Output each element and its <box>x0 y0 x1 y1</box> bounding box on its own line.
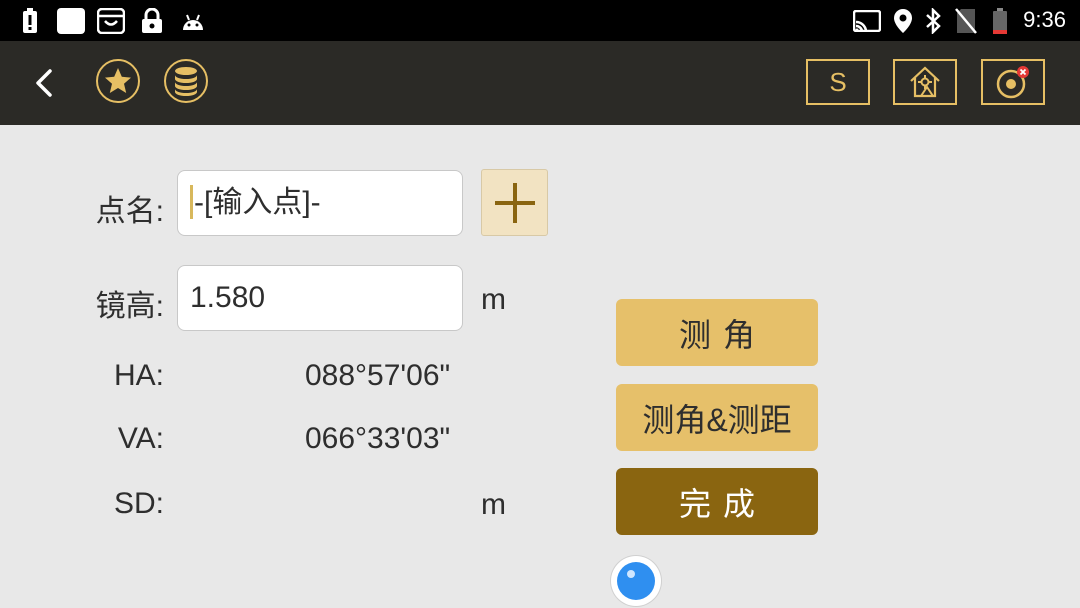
ha-label: HA: <box>113 359 164 392</box>
plus-icon <box>494 182 535 223</box>
android-icon <box>180 8 206 34</box>
text-cursor <box>190 185 193 220</box>
status-time: 9:36 <box>1023 7 1066 32</box>
alert-icon <box>20 8 40 34</box>
measure-angle-distance-label: 测角&测距 <box>642 401 792 438</box>
cast-icon <box>852 8 882 34</box>
va-value: 066°33'03" <box>305 422 451 455</box>
bluetooth-icon <box>922 8 944 34</box>
prism-height-input[interactable]: 1.580 <box>177 265 463 331</box>
prism-height-unit: m <box>481 283 506 316</box>
measure-angle-distance-button[interactable]: 测角&测距 <box>616 384 818 451</box>
station-button[interactable] <box>893 59 957 105</box>
add-point-button[interactable] <box>481 169 548 236</box>
s-button-label: S <box>829 66 847 97</box>
favorite-button[interactable] <box>96 59 140 103</box>
point-name-input[interactable]: -[输入点]- <box>177 170 463 236</box>
database-button[interactable] <box>164 59 208 103</box>
point-name-value: -[输入点]- <box>194 186 321 219</box>
database-icon <box>175 67 197 96</box>
floating-action-icon <box>617 562 655 600</box>
ha-value: 088°57'06" <box>305 359 451 392</box>
back-arrow-icon[interactable] <box>26 61 66 105</box>
point-name-label: 点名: <box>95 195 164 228</box>
app-bar: S <box>0 41 1080 125</box>
station-house-icon <box>910 66 940 98</box>
target-button[interactable] <box>981 59 1045 105</box>
location-icon <box>892 8 914 34</box>
star-icon <box>105 68 131 93</box>
target-disconnected-icon <box>996 66 1029 99</box>
lock-icon <box>140 8 164 34</box>
app-icon <box>56 8 86 34</box>
floating-action-button[interactable] <box>611 556 661 606</box>
battery-icon <box>990 8 1010 34</box>
prism-height-label: 镜高: <box>95 290 164 323</box>
done-button[interactable]: 完成 <box>616 468 818 535</box>
measure-angle-label: 测角 <box>678 316 767 353</box>
no-sim-icon <box>954 8 978 34</box>
va-label: VA: <box>117 422 164 455</box>
bag-icon <box>96 8 126 34</box>
status-bar: 9:36 <box>0 0 1080 41</box>
sd-label: SD: <box>113 487 164 520</box>
sd-unit: m <box>481 488 506 521</box>
s-button[interactable]: S <box>806 59 870 105</box>
done-label: 完成 <box>678 485 767 522</box>
measure-angle-button[interactable]: 测角 <box>616 299 818 366</box>
prism-height-value: 1.580 <box>190 281 266 314</box>
